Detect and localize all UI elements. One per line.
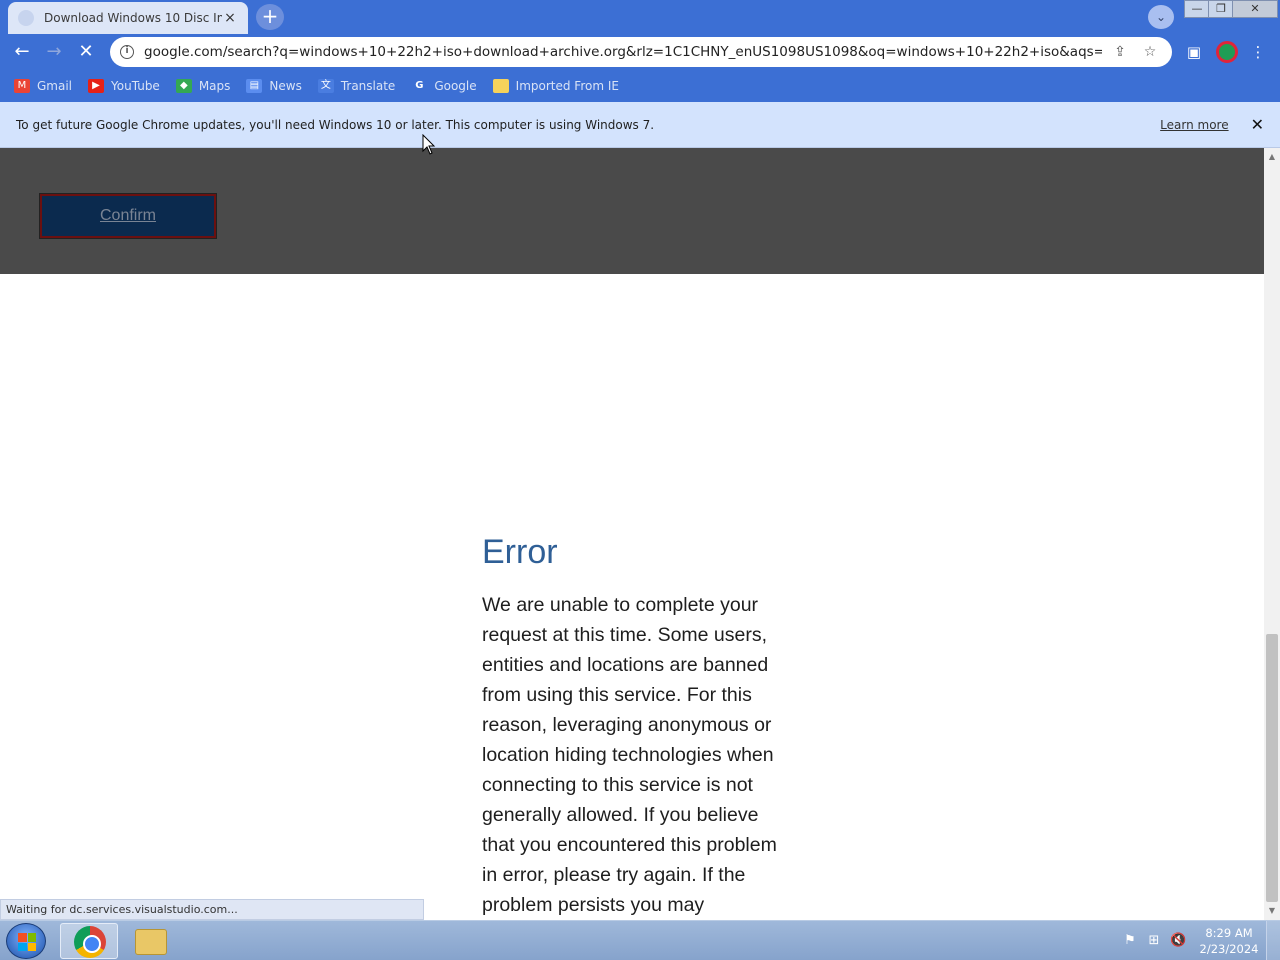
share-icon[interactable]: ⇪ <box>1108 44 1132 60</box>
windows-logo-icon <box>18 933 36 951</box>
bookmark-translate[interactable]: 文 Translate <box>317 79 396 93</box>
browser-tab[interactable]: Download Windows 10 Disc Image (ISO File… <box>8 2 248 34</box>
minimize-button[interactable]: — <box>1184 0 1210 18</box>
mouse-cursor-icon <box>422 134 436 155</box>
gmail-icon: M <box>14 79 30 93</box>
back-button[interactable]: ← <box>10 40 34 64</box>
scroll-up-icon[interactable]: ▲ <box>1264 150 1280 164</box>
infobar-close-icon[interactable]: ✕ <box>1251 115 1264 134</box>
stop-loading-button[interactable]: ✕ <box>74 40 98 64</box>
error-message: We are unable to complete your request a… <box>482 594 777 916</box>
page-content: Confirm Error We are unable to complete … <box>0 148 1264 920</box>
translate-icon: 文 <box>317 79 334 93</box>
site-info-icon[interactable]: i <box>120 45 134 59</box>
bookmark-label: Imported From IE <box>515 79 619 93</box>
action-center-flag-icon[interactable]: ⚑ <box>1122 933 1138 949</box>
tab-title: Download Windows 10 Disc Image (ISO File… <box>44 11 222 25</box>
bookmark-label: Gmail <box>37 79 73 93</box>
profile-avatar[interactable] <box>1216 41 1238 63</box>
maps-icon: ◆ <box>175 79 192 93</box>
url-text[interactable]: google.com/search?q=windows+10+22h2+iso+… <box>144 44 1102 60</box>
bookmark-label: YouTube <box>111 79 160 93</box>
tab-strip: Download Windows 10 Disc Image (ISO File… <box>0 0 1280 34</box>
chrome-icon <box>74 926 106 958</box>
bookmark-label: Maps <box>198 79 231 93</box>
taskbar-chrome[interactable] <box>60 923 118 959</box>
learn-more-link[interactable]: Learn more <box>1160 118 1228 132</box>
close-window-button[interactable]: ✕ <box>1232 0 1278 18</box>
error-title: Error <box>482 533 558 571</box>
bookmark-google[interactable]: G Google <box>411 79 476 93</box>
update-infobar: To get future Google Chrome updates, you… <box>0 102 1280 148</box>
new-tab-button[interactable]: + <box>256 4 284 30</box>
restore-button[interactable]: ❐ <box>1208 0 1234 18</box>
bookmark-news[interactable]: ▤ News <box>246 79 302 93</box>
tab-close-icon[interactable]: × <box>222 10 238 26</box>
loading-status: Waiting for dc.services.visualstudio.com… <box>0 899 424 920</box>
bookmarks-bar: M Gmail ▶ YouTube ◆ Maps ▤ News 文 Translate G Googl… <box>0 70 1280 102</box>
file-explorer-icon <box>135 929 167 955</box>
infobar-message: To get future Google Chrome updates, you… <box>16 117 655 132</box>
volume-muted-icon[interactable]: 🔇 <box>1170 933 1186 949</box>
side-panel-icon[interactable]: ▣ <box>1184 42 1204 62</box>
windows-taskbar: ⚑ ⊞ 🔇 8:29 AM 2/23/2024 <box>0 920 1280 960</box>
address-bar[interactable]: i google.com/search?q=windows+10+22h2+is… <box>110 37 1172 67</box>
network-icon[interactable]: ⊞ <box>1146 933 1162 949</box>
bookmark-youtube[interactable]: ▶ YouTube <box>88 79 160 93</box>
menu-icon[interactable]: ⋮ <box>1248 42 1268 62</box>
error-section: Error We are unable to complete your req… <box>482 533 792 920</box>
bookmark-label: Translate <box>340 79 396 93</box>
google-icon: G <box>415 80 424 91</box>
youtube-icon: ▶ <box>88 79 105 93</box>
bookmark-imported-from-ie[interactable]: Imported From IE <box>492 79 619 93</box>
news-icon: ▤ <box>246 79 263 93</box>
tab-favicon-icon <box>18 10 34 26</box>
folder-icon <box>492 79 509 93</box>
forward-button[interactable]: → <box>42 40 66 64</box>
taskbar-explorer[interactable] <box>122 923 180 959</box>
show-desktop-button[interactable] <box>1266 921 1280 960</box>
bookmark-gmail[interactable]: M Gmail <box>14 79 72 93</box>
page-scrollbar[interactable]: ▲ ▼ <box>1264 148 1280 920</box>
start-button[interactable] <box>6 923 46 959</box>
clock-date: 2/23/2024 <box>1199 942 1259 956</box>
bookmark-label: Google <box>434 79 477 93</box>
confirm-button[interactable]: Confirm <box>39 193 217 239</box>
bookmark-maps[interactable]: ◆ Maps <box>175 79 231 93</box>
dark-banner: Confirm <box>0 148 1264 274</box>
bookmark-label: News <box>269 79 302 93</box>
browser-toolbar: ← → ✕ i google.com/search?q=windows+10+2… <box>0 34 1280 70</box>
clock-time: 8:29 AM <box>1205 926 1253 940</box>
tab-search-button[interactable]: ⌄ <box>1148 5 1174 29</box>
scroll-down-icon[interactable]: ▼ <box>1264 904 1280 918</box>
system-clock[interactable]: 8:29 AM 2/23/2024 <box>1196 925 1262 957</box>
scroll-thumb[interactable] <box>1266 634 1278 902</box>
bookmark-star-icon[interactable]: ☆ <box>1138 44 1162 60</box>
